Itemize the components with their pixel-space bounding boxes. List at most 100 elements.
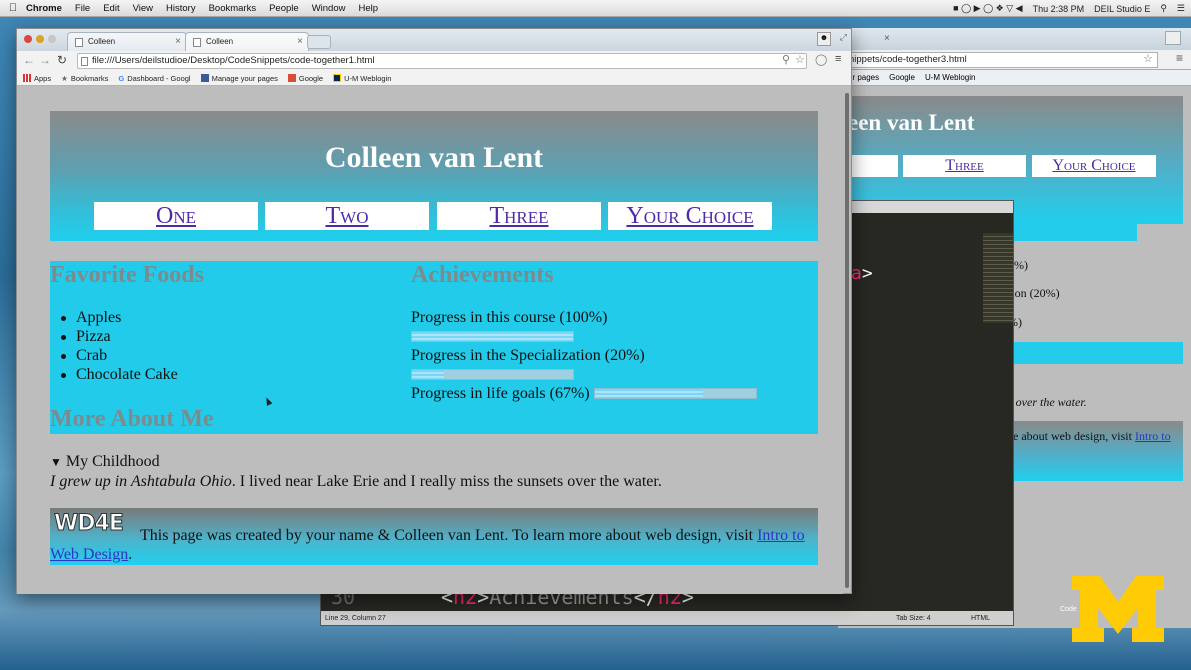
bookmarks-bar: Apps ★ Bookmarks G Dashboard - Googl Manag… (17, 71, 851, 86)
page-title: Colleen van Lent (324, 141, 544, 174)
achievement-label: Progress in the Specialization (20%) (411, 347, 645, 364)
menu-file[interactable]: File (75, 3, 90, 14)
menu-icon[interactable]: ≡ (835, 53, 841, 65)
list-item: Chocolate Cake (61, 366, 178, 383)
tab-label: Colleen (88, 37, 116, 46)
fullscreen-icon[interactable]: ⤢ (840, 32, 847, 43)
list-item: Apples (60, 309, 122, 326)
intro-to-web-design-link[interactable]: Web Design (50, 546, 128, 563)
back-footer-text: ore about web design, visit Intro to (1003, 429, 1171, 443)
editor-minimap[interactable] (983, 233, 1013, 323)
menu-view[interactable]: View (133, 3, 153, 14)
footer-text-2: Web Design. (50, 546, 133, 563)
menu-people[interactable]: People (269, 3, 299, 14)
syntax-mode[interactable]: HTML (971, 615, 990, 622)
back-text: tion (20%) (1008, 286, 1060, 300)
bookmark-bookmarks[interactable]: ★ Bookmarks (61, 74, 108, 83)
extension-icon[interactable]: ◯ (815, 53, 827, 66)
back-nav-link[interactable]: Three (903, 155, 1026, 177)
code-fragment: a> (851, 263, 873, 284)
mac-menu-bar:  Chrome File Edit View History Bookmark… (0, 0, 1191, 17)
page-icon (193, 38, 201, 47)
childhood-text: I grew up in Ashtabula Ohio. I lived nea… (50, 473, 662, 490)
browser-toolbar: ← → ↻ file:///Users/deilstudioe/Desktop/… (17, 51, 851, 71)
menu-chrome[interactable]: Chrome (26, 3, 62, 14)
nav-link-two[interactable]: Two (265, 202, 429, 230)
close-tab-icon[interactable]: × (175, 36, 181, 47)
clock[interactable]: Thu 2:38 PM (1033, 4, 1085, 14)
new-tab-button[interactable] (307, 35, 331, 49)
minimize-window-button[interactable] (36, 35, 44, 43)
spotlight-icon[interactable]: ⚲ (1160, 3, 1167, 14)
zoom-icon[interactable]: ⚲ (782, 53, 790, 66)
page-footer: WD4E This page was created by your name … (50, 508, 818, 565)
tray-icons[interactable]: ■ ◯ ▶ ◯ ❖ ▽ ◀ (953, 3, 1022, 14)
user-name[interactable]: DEIL Studio E (1094, 4, 1150, 14)
bookmark-item[interactable]: Google (889, 73, 915, 82)
tab-colleen-2[interactable]: Colleen × (185, 32, 309, 51)
progress-fill (595, 389, 703, 398)
disclosure-triangle-icon[interactable]: ▼ (50, 455, 62, 470)
user-icon[interactable]: ☻ (817, 32, 831, 46)
close-tab-icon[interactable]: × (297, 36, 303, 47)
progress-fill (412, 332, 573, 341)
bookmark-um-weblogin[interactable]: U-M Weblogin (333, 74, 391, 83)
google-icon (287, 74, 296, 82)
cursor-position: Line 29, Column 27 (325, 614, 386, 622)
page-header: Colleen van Lent One Two Three Your Choi… (50, 111, 818, 241)
url-field[interactable]: file:///Users/deilstudioe/Desktop/CodeSn… (77, 53, 807, 69)
nav-link-your-choice[interactable]: Your Choice (608, 202, 772, 230)
user-icon[interactable] (1165, 31, 1181, 45)
notification-icon[interactable]: ☰ (1177, 3, 1185, 14)
more-about-heading: More About Me (50, 406, 214, 432)
progress-bar (411, 369, 574, 380)
intro-to-web-design-link[interactable]: Intro to (757, 527, 805, 544)
reload-icon[interactable]: ↻ (57, 53, 67, 67)
menu-edit[interactable]: Edit (103, 3, 119, 14)
menu-history[interactable]: History (166, 3, 196, 14)
list-item: Pizza (61, 328, 111, 345)
star-icon[interactable]: ☆ (795, 53, 805, 66)
bookmark-google[interactable]: Google (287, 74, 323, 83)
close-tab-icon[interactable]: × (884, 33, 890, 44)
bookmark-apps[interactable]: Apps (23, 74, 51, 83)
back-tab-bar: × (838, 28, 1191, 50)
editor-status-bar: Line 29, Column 27 Tab Size: 4 HTML (321, 611, 1013, 625)
back-title: een van Lent (848, 110, 975, 135)
achievements-heading: Achievements (411, 262, 554, 288)
forward-arrow-icon[interactable]: → (39, 53, 51, 67)
back-bookmarks-bar: ur pages Google U-M Weblogin (838, 70, 1191, 86)
nav-link-one[interactable]: One (94, 202, 258, 230)
back-nav-link[interactable]: Your Choice (1032, 155, 1156, 177)
close-window-button[interactable] (24, 35, 32, 43)
tab-size[interactable]: Tab Size: 4 (896, 615, 931, 622)
bookmark-manage-pages[interactable]: Manage your pages (200, 74, 278, 83)
michigan-m-logo (1072, 576, 1164, 642)
tab-colleen-1[interactable]: Colleen × (67, 32, 187, 51)
back-strip (1008, 342, 1183, 364)
content-section: Favorite Foods Apples Pizza Crab Chocola… (50, 261, 818, 434)
achievement-label: Progress in this course (100%) (411, 309, 608, 326)
zoom-window-button[interactable] (48, 35, 56, 43)
star-icon: ★ (61, 73, 68, 83)
main-browser-window[interactable]: Colleen × Colleen × ☻ ⤢ ← → ↻ file:///Us… (16, 28, 852, 594)
tab-bar: Colleen × Colleen × ☻ ⤢ (17, 29, 851, 51)
google-icon: G (118, 73, 125, 83)
bookmark-item[interactable]: ur pages (848, 73, 879, 82)
scrollbar[interactable] (845, 93, 849, 588)
nav-link-three[interactable]: Three (437, 202, 601, 230)
apple-icon[interactable]:  (0, 2, 26, 14)
wd4e-logo: WD4E (54, 511, 125, 537)
back-url-field[interactable]: nippets/code-together3.html (838, 52, 1158, 68)
details-summary[interactable]: ▼ My Childhood (50, 453, 160, 471)
menu-icon[interactable]: ≡ (1176, 51, 1183, 65)
bookmark-item[interactable]: U-M Weblogin (925, 73, 976, 82)
back-footer-link[interactable]: Intro to (1135, 429, 1171, 443)
star-icon[interactable]: ☆ (1143, 52, 1153, 65)
back-arrow-icon[interactable]: ← (23, 53, 35, 67)
bookmark-dashboard[interactable]: G Dashboard - Googl (118, 74, 190, 83)
menu-help[interactable]: Help (358, 3, 378, 14)
apps-icon (23, 74, 31, 82)
menu-bookmarks[interactable]: Bookmarks (209, 3, 257, 14)
menu-window[interactable]: Window (312, 3, 346, 14)
